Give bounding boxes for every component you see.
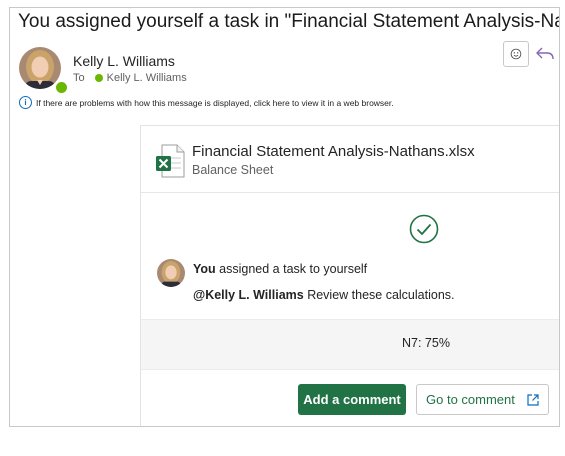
- info-text[interactable]: If there are problems with how this mess…: [36, 98, 394, 108]
- task-comment: @Kelly L. Williams Review these calculat…: [193, 288, 455, 302]
- file-name-link[interactable]: Financial Statement Analysis-Nathans.xls…: [192, 143, 475, 160]
- reply-icon: [536, 47, 554, 60]
- cell-reference: N7: 75%: [402, 336, 450, 350]
- activity-avatar: [157, 259, 185, 287]
- info-icon: i: [19, 96, 32, 109]
- sender-name[interactable]: Kelly L. Williams: [73, 53, 175, 69]
- activity-description: assigned a task to yourself: [215, 262, 368, 276]
- task-check-icon: [409, 214, 439, 249]
- activity-text: You assigned a task to yourself: [193, 262, 367, 276]
- view-in-browser-notice[interactable]: i If there are problems with how this me…: [19, 96, 394, 109]
- add-comment-button[interactable]: Add a comment: [298, 384, 406, 415]
- activity-actor: You: [193, 262, 216, 276]
- smiley-icon: [510, 48, 522, 60]
- comment-body: Review these calculations.: [303, 288, 455, 302]
- presence-available-icon: [54, 80, 69, 95]
- recipient-presence-icon: [94, 74, 103, 82]
- go-to-comment-button[interactable]: Go to comment: [416, 384, 549, 415]
- open-external-icon: [527, 393, 539, 406]
- go-to-comment-label: Go to comment: [426, 392, 515, 407]
- sheet-name: Balance Sheet: [192, 163, 274, 177]
- email-message-pane: You assigned yourself a task in "Financi…: [9, 7, 560, 427]
- reply-button[interactable]: [534, 41, 559, 67]
- recipient-line: To Kelly L. Williams: [73, 72, 187, 84]
- react-emoji-button[interactable]: [503, 41, 529, 67]
- recipient-name[interactable]: Kelly L. Williams: [107, 72, 187, 84]
- divider: [141, 192, 559, 193]
- cell-reference-band: N7: 75%: [141, 319, 559, 370]
- to-label: To: [73, 72, 85, 84]
- email-subject: You assigned yourself a task in "Financi…: [18, 11, 560, 32]
- task-notification-card: Financial Statement Analysis-Nathans.xls…: [140, 125, 559, 426]
- mention: @Kelly L. Williams: [193, 288, 304, 302]
- excel-file-icon: [155, 144, 185, 183]
